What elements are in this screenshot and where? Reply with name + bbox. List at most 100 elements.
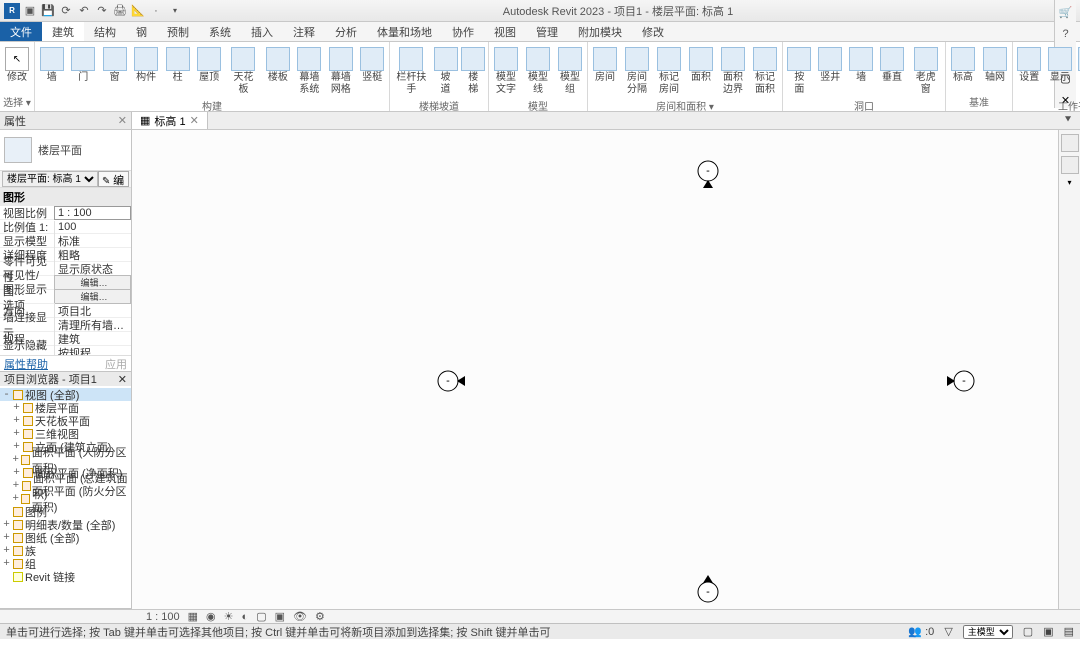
- ribbon-btn-4-2[interactable]: 标记房间: [654, 45, 684, 98]
- tree-expander-icon[interactable]: +: [2, 558, 11, 570]
- browser-close-icon[interactable]: ✕: [118, 373, 127, 386]
- tree-expander-icon[interactable]: +: [12, 441, 21, 453]
- ribbon-tab-4[interactable]: 预制: [157, 22, 199, 41]
- view-canvas[interactable]: - - - -: [132, 130, 1058, 609]
- vcb-crop2-icon[interactable]: ▣: [275, 610, 285, 623]
- ribbon-btn-4-1[interactable]: 房间分隔: [622, 45, 652, 98]
- measure-icon[interactable]: 📐: [130, 3, 146, 19]
- workset-selector[interactable]: 主模型: [963, 625, 1013, 639]
- tree-expander-icon[interactable]: +: [2, 532, 11, 544]
- tree-expander-icon[interactable]: +: [12, 428, 21, 440]
- vcb-hide-icon[interactable]: 👁: [293, 610, 307, 623]
- ribbon-tab-1[interactable]: 建筑: [42, 22, 84, 41]
- vcb-detail-icon[interactable]: ▦: [188, 610, 198, 623]
- open-icon[interactable]: ▣: [22, 3, 38, 19]
- tree-expander-icon[interactable]: -: [2, 389, 11, 401]
- tree-expander-icon[interactable]: +: [2, 519, 11, 531]
- vcb-visual-icon[interactable]: ◉: [206, 610, 216, 623]
- ribbon-btn-1-2[interactable]: 窗: [100, 45, 129, 98]
- prop-value[interactable]: 编辑…: [54, 275, 131, 290]
- ribbon-tab-7[interactable]: 注释: [283, 22, 325, 41]
- nav-dropdown-icon[interactable]: ▾: [1067, 178, 1071, 187]
- tree-expander-icon[interactable]: +: [12, 467, 21, 479]
- elevation-marker-east[interactable]: -: [947, 370, 975, 392]
- ribbon-btn-4-0[interactable]: 房间: [590, 45, 620, 98]
- navwheel-icon[interactable]: [1061, 134, 1079, 152]
- document-tab[interactable]: ▦ 标高 1 ✕: [132, 112, 208, 129]
- ribbon-btn-4-5[interactable]: 标记面积: [750, 45, 780, 98]
- app-icon[interactable]: R: [4, 3, 20, 19]
- status-icon-2[interactable]: ▣: [1043, 625, 1053, 638]
- status-icon-1[interactable]: ▢: [1023, 625, 1033, 638]
- tree-expander-icon[interactable]: +: [12, 402, 21, 414]
- doc-tab-close-icon[interactable]: ✕: [190, 114, 199, 127]
- ribbon-btn-3-2[interactable]: 模型组: [555, 45, 585, 98]
- ribbon-tab-8[interactable]: 分析: [325, 22, 367, 41]
- tree-node-8[interactable]: +面积平面 (防火分区面积): [0, 492, 131, 505]
- ribbon-btn-1-3[interactable]: 构件: [131, 45, 160, 98]
- ribbon-btn-5-4[interactable]: 老虎窗: [908, 45, 943, 98]
- ribbon-btn-1-0[interactable]: 墙: [37, 45, 66, 98]
- family-selector[interactable]: 楼层平面: 标高 1: [2, 171, 98, 187]
- ribbon-btn-1-9[interactable]: 幕墙网格: [326, 45, 355, 98]
- filter-icon[interactable]: ▽: [944, 625, 952, 638]
- ribbon-btn-6-1[interactable]: 轴网: [980, 45, 1010, 94]
- scale-selector[interactable]: 1 : 100: [146, 611, 180, 623]
- properties-help-link[interactable]: 属性帮助: [4, 356, 48, 372]
- ribbon-btn-1-5[interactable]: 屋顶: [194, 45, 223, 98]
- ribbon-tab-10[interactable]: 协作: [442, 22, 484, 41]
- ribbon-btn-1-1[interactable]: 门: [68, 45, 97, 98]
- ribbon-btn-3-0[interactable]: 模型文字: [491, 45, 521, 98]
- ribbon-btn-6-0[interactable]: 标高: [948, 45, 978, 94]
- zoom-region-icon[interactable]: [1061, 156, 1079, 174]
- ribbon-tab-13[interactable]: 附加模块: [568, 22, 632, 41]
- ribbon-tab-9[interactable]: 体量和场地: [367, 22, 442, 41]
- ribbon-btn-1-4[interactable]: 柱: [163, 45, 192, 98]
- ribbon-btn-1-10[interactable]: 竖梃: [358, 45, 387, 98]
- vcb-shadow-icon[interactable]: ◐: [242, 611, 249, 623]
- prop-value[interactable]: 100: [54, 221, 131, 233]
- prop-value[interactable]: 1 : 100: [54, 206, 131, 220]
- tree-expander-icon[interactable]: +: [12, 480, 20, 492]
- tree-node-12[interactable]: +族: [0, 544, 131, 557]
- edit-type-button[interactable]: ✎ 编辑类型: [98, 171, 129, 187]
- cart-icon[interactable]: 🛒: [1058, 4, 1074, 20]
- ribbon-btn-2-1[interactable]: 坡道: [433, 45, 459, 98]
- vcb-crop-icon[interactable]: ▢: [256, 610, 266, 623]
- print-icon[interactable]: 🖨: [112, 3, 128, 19]
- ribbon-tab-0[interactable]: 文件: [0, 22, 42, 41]
- ribbon-btn-2-0[interactable]: 栏杆扶手: [392, 45, 431, 98]
- ribbon-tab-5[interactable]: 系统: [199, 22, 241, 41]
- prop-row-10[interactable]: 显示隐藏线按规程: [0, 346, 131, 355]
- ribbon-tab-2[interactable]: 结构: [84, 22, 126, 41]
- elevation-marker-west[interactable]: -: [437, 370, 465, 392]
- undo-icon[interactable]: ↶: [76, 3, 92, 19]
- qat-dropdown[interactable]: [166, 3, 182, 19]
- ribbon-tab-12[interactable]: 管理: [526, 22, 568, 41]
- status-icon-3[interactable]: ▤: [1064, 625, 1074, 638]
- vcb-sun-icon[interactable]: ☀: [224, 610, 234, 623]
- ribbon-btn-0-0[interactable]: ↖修改: [2, 45, 32, 94]
- tree-expander-icon[interactable]: +: [12, 454, 19, 466]
- tree-node-14[interactable]: Revit 链接: [0, 570, 131, 583]
- help-icon[interactable]: ?: [1058, 26, 1074, 42]
- ribbon-btn-5-1[interactable]: 竖井: [816, 45, 845, 98]
- ribbon-btn-2-2[interactable]: 楼梯: [460, 45, 486, 98]
- ribbon-btn-7-1[interactable]: 显示: [1046, 45, 1075, 98]
- apply-button[interactable]: 应用: [105, 356, 127, 372]
- tree-expander-icon[interactable]: +: [12, 415, 21, 427]
- ribbon-tab-3[interactable]: 钢: [126, 22, 157, 41]
- vcb-reveal-icon[interactable]: ⚙: [315, 610, 325, 623]
- ribbon-btn-5-0[interactable]: 按面: [785, 45, 814, 98]
- ribbon-tab-11[interactable]: 视图: [484, 22, 526, 41]
- elevation-marker-south[interactable]: -: [697, 575, 719, 603]
- ribbon-btn-1-8[interactable]: 幕墙系统: [295, 45, 324, 98]
- ribbon-btn-1-6[interactable]: 天花板: [226, 45, 261, 98]
- tree-expander-icon[interactable]: +: [12, 493, 19, 505]
- ribbon-btn-4-4[interactable]: 面积边界: [718, 45, 748, 98]
- tree-expander-icon[interactable]: +: [2, 545, 11, 557]
- tab-overflow-icon[interactable]: ⯆: [1060, 113, 1076, 129]
- ribbon-btn-5-2[interactable]: 墙: [847, 45, 876, 98]
- ribbon-btn-1-7[interactable]: 楼板: [263, 45, 292, 98]
- ribbon-btn-7-2[interactable]: 参照平面: [1076, 45, 1080, 98]
